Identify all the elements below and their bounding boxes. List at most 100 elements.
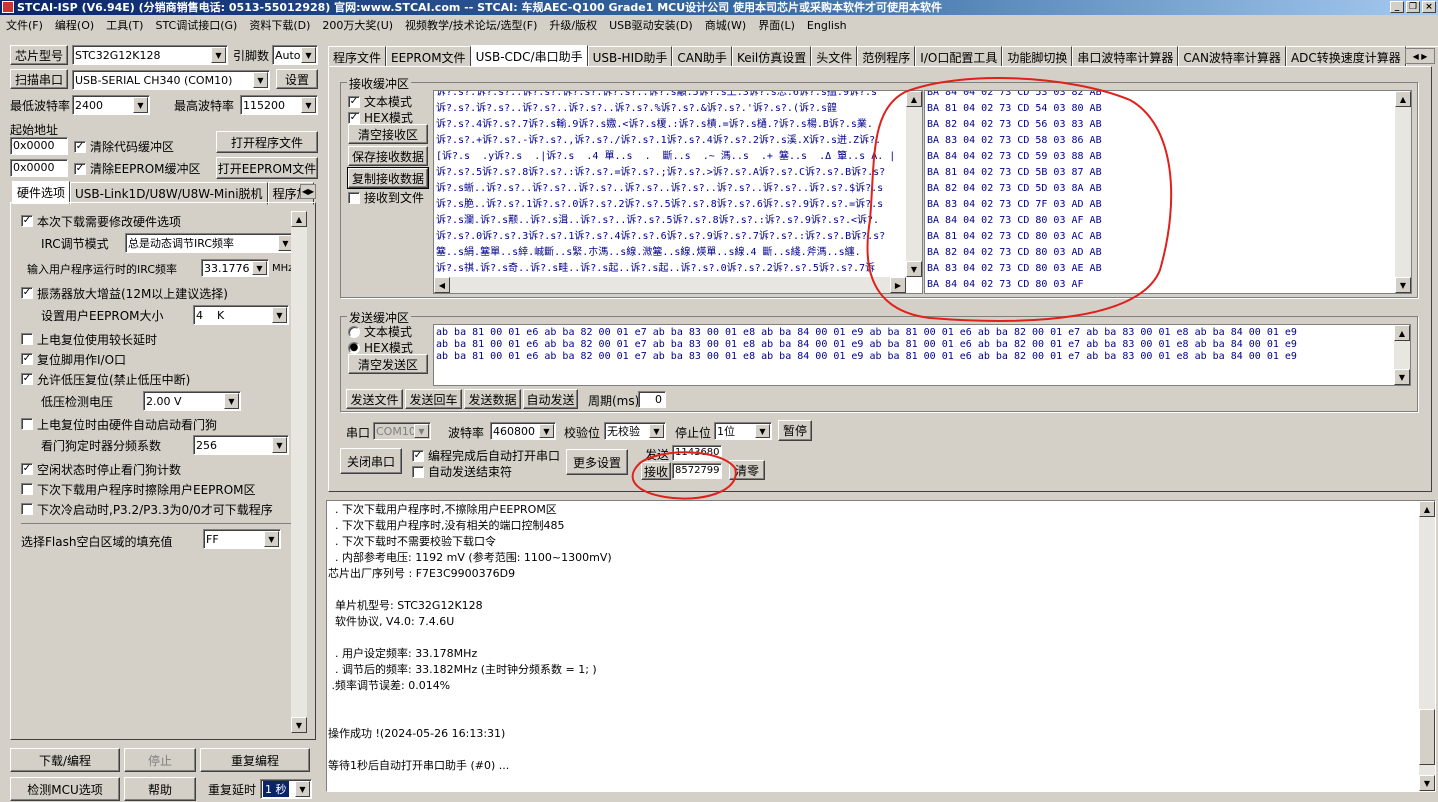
help-button[interactable]: 帮助 [124,777,196,801]
send-text-area[interactable]: ab ba 81 00 01 e6 ab ba 82 00 01 e7 ab b… [433,324,1411,386]
power-delay-checkbox[interactable]: 上电复位使用较长延时 [21,331,157,348]
receive-to-file-checkbox[interactable]: 接收到文件 [348,189,424,206]
tab-usb-cdc[interactable]: USB-CDC/串口助手 [470,45,588,68]
clear-code-checkbox[interactable]: ✓ 清除代码缓冲区 [74,138,174,155]
auto-send-button[interactable]: 自动发送 [523,389,578,409]
menu-download[interactable]: 资料下载(D) [243,17,316,33]
scroll-down-icon[interactable]: ▼ [291,717,307,733]
stop-button[interactable]: 停止 [124,748,196,772]
options-scrollbar[interactable]: ▲ ▼ [291,211,307,733]
menu-file[interactable]: 文件(F) [0,17,49,33]
port-select[interactable]: COM10 ▼ [373,422,431,440]
scroll-up-icon[interactable]: ▲ [906,91,922,107]
scroll-left-icon[interactable]: ◀ [434,277,450,293]
menu-debug[interactable]: STC调试接口(G) [149,17,243,33]
menu-upgrade[interactable]: 升级/版权 [543,17,603,33]
irc-freq-input[interactable]: 33.1776 ▼ [201,259,269,277]
tab-scroll-arrows-icon[interactable]: ◀▶ [300,184,316,199]
scan-port-button[interactable]: 扫描串口 [10,69,68,89]
min-baud-select[interactable]: 2400 ▼ [72,95,150,115]
low-volt-select[interactable]: 2.00 V ▼ [143,391,241,411]
open-program-file-button[interactable]: 打开程序文件 [216,131,318,153]
low-volt-reset-checkbox[interactable]: ✓ 允许低压复位(禁止低压中断) [21,371,190,388]
tx-text-mode-radio[interactable]: 文本模式 [348,323,412,340]
scroll-thumb[interactable] [1419,709,1435,765]
checkbox-checked-icon: ✓ [74,162,86,175]
tab-hardware-options[interactable]: 硬件选项 [12,181,71,204]
rx-text-hscrollbar[interactable]: ◀ ▶ [434,277,906,293]
menu-english[interactable]: English [801,19,853,32]
download-program-button[interactable]: 下载/编程 [10,748,120,772]
pin-count-select[interactable]: Auto ▼ [272,45,318,65]
baud-select[interactable]: 460800 ▼ [490,422,556,440]
menu-prize[interactable]: 200万大奖(U) [316,17,399,33]
send-data-button[interactable]: 发送数据 [464,389,521,409]
open-eeprom-file-button[interactable]: 打开EEPROM文件 [216,157,318,179]
code-address-input[interactable]: 0x0000 [10,137,68,155]
modify-hw-checkbox[interactable]: ✓ 本次下载需要修改硬件选项 [21,213,181,230]
irc-mode-select[interactable]: 总是动态调节IRC频率 ▼ [125,233,295,253]
clear-send-button[interactable]: 清空发送区 [348,354,428,374]
receive-hex-area[interactable]: BA 84 04 02 73 CD 53 03 82 AB BA 81 04 0… [924,90,1412,294]
menu-video[interactable]: 视频教学/技术论坛/选型(F) [399,17,543,33]
reprogram-button[interactable]: 重复编程 [200,748,310,772]
scroll-up-icon[interactable]: ▲ [1395,91,1411,107]
rx-text-mode-checkbox[interactable]: ✓ 文本模式 [348,93,412,110]
rx-text-scrollbar[interactable]: ▲ ▼ [906,91,922,277]
send-file-button[interactable]: 发送文件 [346,389,403,409]
scroll-up-icon[interactable]: ▲ [1394,325,1410,341]
p32-p33-checkbox[interactable]: 下次冷启动时,P3.2/P3.3为0/0才可下载程序 [21,501,273,518]
log-output[interactable]: . 下次下载用户程序时,不擦除用户EEPROM区 . 下次下载用户程序时,没有相… [326,500,1436,792]
scroll-down-icon[interactable]: ▼ [1419,775,1435,791]
tab-scroll-arrows-icon[interactable]: ◀ ▶ [1405,48,1435,64]
clear-receive-button[interactable]: 清空接收区 [348,124,428,144]
osc-gain-checkbox[interactable]: ✓ 振荡器放大增益(12M以上建议选择) [21,285,228,302]
scroll-up-icon[interactable]: ▲ [291,211,307,227]
pause-button[interactable]: 暂停 [778,420,812,441]
menu-interface[interactable]: 界面(L) [752,17,801,33]
menu-tools[interactable]: 工具(T) [100,17,149,33]
scroll-down-icon[interactable]: ▼ [906,261,922,277]
parity-select[interactable]: 无校验 ▼ [604,422,666,440]
receive-text-area[interactable]: 诉?.s?.诉?.s?..诉?.s?.诉?.s?.诉?.s?..诉?.s龥.5诉… [433,90,923,294]
chip-model-select[interactable]: STC32G12K128 ▼ [72,45,228,65]
scroll-down-icon[interactable]: ▼ [1395,277,1411,293]
scroll-up-icon[interactable]: ▲ [1419,501,1435,517]
idle-wdt-checkbox[interactable]: ✓ 空闲状态时停止看门狗计数 [21,461,181,478]
send-enter-button[interactable]: 发送回车 [405,389,462,409]
auto-open-port-checkbox[interactable]: ✓ 编程完成后自动打开串口 [412,447,560,464]
restore-button[interactable]: ❐ [1406,1,1420,13]
more-settings-button[interactable]: 更多设置 [566,449,628,475]
scroll-right-icon[interactable]: ▶ [890,277,906,293]
chip-model-button[interactable]: 芯片型号 [10,45,68,65]
minimize-button[interactable]: _ [1390,1,1404,13]
close-port-button[interactable]: 关闭串口 [340,448,402,474]
menu-usb-driver[interactable]: USB驱动安装(D) [603,17,699,33]
erase-eeprom-checkbox[interactable]: 下次下载用户程序时擦除用户EEPROM区 [21,481,256,498]
wdt-div-select[interactable]: 256 ▼ [193,435,289,455]
eeprom-address-input[interactable]: 0x0000 [10,159,68,177]
scroll-down-icon[interactable]: ▼ [1394,369,1410,385]
fill-value-select[interactable]: FF ▼ [203,529,281,549]
auto-end-checkbox[interactable]: 自动发送结束符 [412,463,512,480]
log-scrollbar[interactable]: ▲ ▼ [1419,501,1435,791]
clear-count-button[interactable]: 清零 [729,460,765,480]
eeprom-size-select[interactable]: 4 K ▼ [193,305,289,325]
send-scrollbar[interactable]: ▲ ▼ [1394,325,1410,385]
max-baud-select[interactable]: 115200 ▼ [240,95,318,115]
period-input[interactable]: 0 [638,391,666,408]
rx-hex-scrollbar[interactable]: ▲ ▼ [1395,91,1411,293]
settings-button[interactable]: 设置 [276,69,318,89]
menu-mall[interactable]: 商城(W) [699,17,752,33]
wdt-auto-checkbox[interactable]: 上电复位时由硬件自动启动看门狗 [21,416,217,433]
reset-io-checkbox[interactable]: ✓ 复位脚用作I/O口 [21,351,126,368]
detect-mcu-button[interactable]: 检测MCU选项 [10,777,120,801]
save-receive-button[interactable]: 保存接收数据 [348,146,428,166]
close-button[interactable]: × [1422,1,1436,13]
repeat-delay-select[interactable]: 1 秒 ▼ [260,779,312,799]
stop-bit-select[interactable]: 1位 ▼ [714,422,772,440]
menu-program[interactable]: 编程(O) [49,17,100,33]
clear-eeprom-checkbox[interactable]: ✓ 清除EEPROM缓冲区 [74,160,201,177]
port-select[interactable]: USB-SERIAL CH340 (COM10) ▼ [72,70,270,90]
copy-receive-button[interactable]: 复制接收数据 [347,167,429,189]
